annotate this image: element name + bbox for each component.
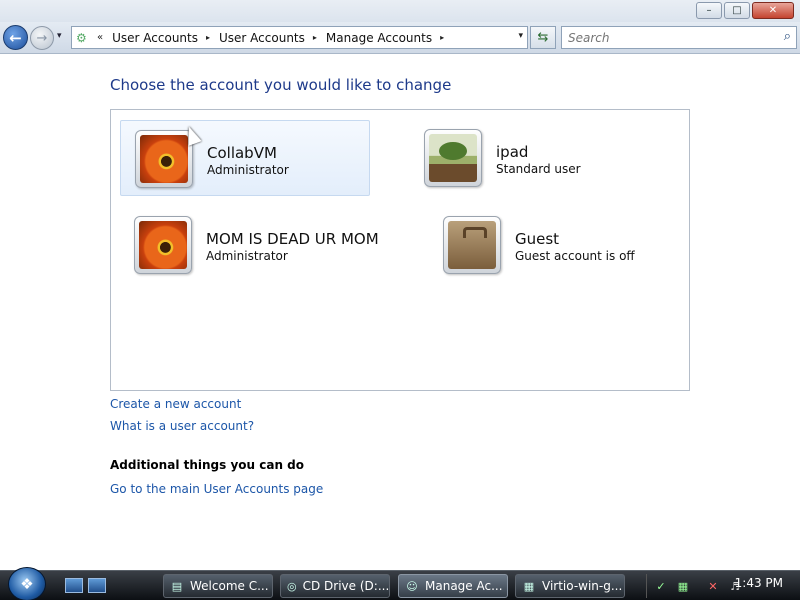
- breadcrumb-manage-accounts[interactable]: Manage Accounts: [326, 31, 432, 45]
- network-disconnected-icon[interactable]: ✕: [705, 578, 721, 594]
- account-tile-ipad[interactable]: ipad Standard user: [411, 120, 661, 196]
- switch-windows-icon[interactable]: [88, 578, 106, 593]
- taskbar: ❖ ▤ Welcome C... ◎ CD Drive (D:... ☺ Man…: [0, 567, 800, 600]
- users-icon: ☺: [406, 579, 418, 593]
- navigation-bar: ← → ▾ ⚙ « User Accounts ▸ User Accounts …: [0, 22, 800, 54]
- folder-icon: ▦: [523, 579, 535, 593]
- breadcrumb-user-accounts-root[interactable]: User Accounts: [112, 31, 198, 45]
- chevron-right-icon[interactable]: ▸: [440, 33, 444, 42]
- taskbar-button-manage-accounts[interactable]: ☺ Manage Ac...: [398, 574, 508, 598]
- start-button[interactable]: ❖: [8, 567, 46, 600]
- account-type: Administrator: [207, 163, 289, 177]
- account-type: Administrator: [206, 249, 288, 263]
- taskbar-button-welcome[interactable]: ▤ Welcome C...: [163, 574, 273, 598]
- document-icon: ▤: [171, 579, 183, 593]
- window-controls: – □ ✕: [696, 2, 794, 19]
- accounts-panel: CollabVM Administrator ipad Standard use…: [110, 109, 690, 391]
- taskbar-button-label: CD Drive (D:...: [302, 579, 390, 593]
- taskbar-button-virtio[interactable]: ▦ Virtio-win-g...: [515, 574, 625, 598]
- page-title: Choose the account you would like to cha…: [110, 76, 452, 94]
- address-bar[interactable]: ⚙ « User Accounts ▸ User Accounts ▸ Mana…: [71, 26, 528, 49]
- breadcrumb-overflow[interactable]: «: [97, 32, 103, 43]
- main-user-accounts-link[interactable]: Go to the main User Accounts page: [110, 482, 323, 496]
- flower-picture-icon: [139, 221, 187, 269]
- chevron-right-icon[interactable]: ▸: [313, 33, 317, 42]
- minimize-button[interactable]: –: [696, 2, 722, 19]
- cd-drive-icon: ◎: [287, 579, 297, 593]
- account-tile-mom-is-dead-ur-mom[interactable]: MOM IS DEAD UR MOM Administrator: [120, 207, 390, 283]
- back-button[interactable]: ←: [3, 25, 28, 50]
- account-name: ipad: [496, 143, 529, 161]
- account-name: MOM IS DEAD UR MOM: [206, 230, 379, 248]
- taskbar-button-label: Virtio-win-g...: [542, 579, 623, 593]
- windows-update-icon[interactable]: ▦: [675, 578, 691, 594]
- refresh-button[interactable]: ⇆: [530, 26, 556, 49]
- show-desktop-icon[interactable]: [65, 578, 83, 593]
- account-tile-collabvm[interactable]: CollabVM Administrator: [120, 120, 370, 196]
- security-center-icon[interactable]: ✓: [653, 578, 669, 594]
- search-icon[interactable]: ⌕: [784, 29, 791, 44]
- close-button[interactable]: ✕: [752, 2, 794, 19]
- recent-pages-dropdown[interactable]: ▾: [57, 31, 62, 41]
- account-name: Guest: [515, 230, 560, 248]
- search-box[interactable]: ⌕: [561, 26, 797, 49]
- account-tile-guest[interactable]: Guest Guest account is off: [429, 207, 679, 283]
- account-avatar: [443, 216, 501, 274]
- create-account-link[interactable]: Create a new account: [110, 397, 241, 411]
- title-bar: – □ ✕: [0, 0, 800, 22]
- account-avatar: [424, 129, 482, 187]
- account-name: CollabVM: [207, 144, 277, 162]
- search-input[interactable]: [562, 27, 762, 48]
- account-avatar: [135, 130, 193, 188]
- taskbar-button-cd-drive[interactable]: ◎ CD Drive (D:...: [280, 574, 390, 598]
- address-dropdown-icon[interactable]: ▾: [518, 31, 523, 41]
- clock[interactable]: 1:43 PM: [735, 576, 783, 590]
- taskbar-button-label: Manage Ac...: [425, 579, 503, 593]
- control-panel-icon: ⚙: [76, 30, 87, 45]
- forward-button[interactable]: →: [30, 26, 54, 50]
- bonsai-picture-icon: [429, 134, 477, 182]
- chevron-right-icon[interactable]: ▸: [206, 33, 210, 42]
- account-avatar: [134, 216, 192, 274]
- additional-things-heading: Additional things you can do: [110, 458, 305, 472]
- flower-picture-icon: [140, 135, 188, 183]
- what-is-user-account-link[interactable]: What is a user account?: [110, 419, 254, 433]
- taskbar-button-label: Welcome C...: [190, 579, 269, 593]
- account-type: Guest account is off: [515, 249, 635, 263]
- maximize-button[interactable]: □: [724, 2, 750, 19]
- account-type: Standard user: [496, 162, 581, 176]
- suitcase-picture-icon: [448, 221, 496, 269]
- breadcrumb-user-accounts[interactable]: User Accounts: [219, 31, 305, 45]
